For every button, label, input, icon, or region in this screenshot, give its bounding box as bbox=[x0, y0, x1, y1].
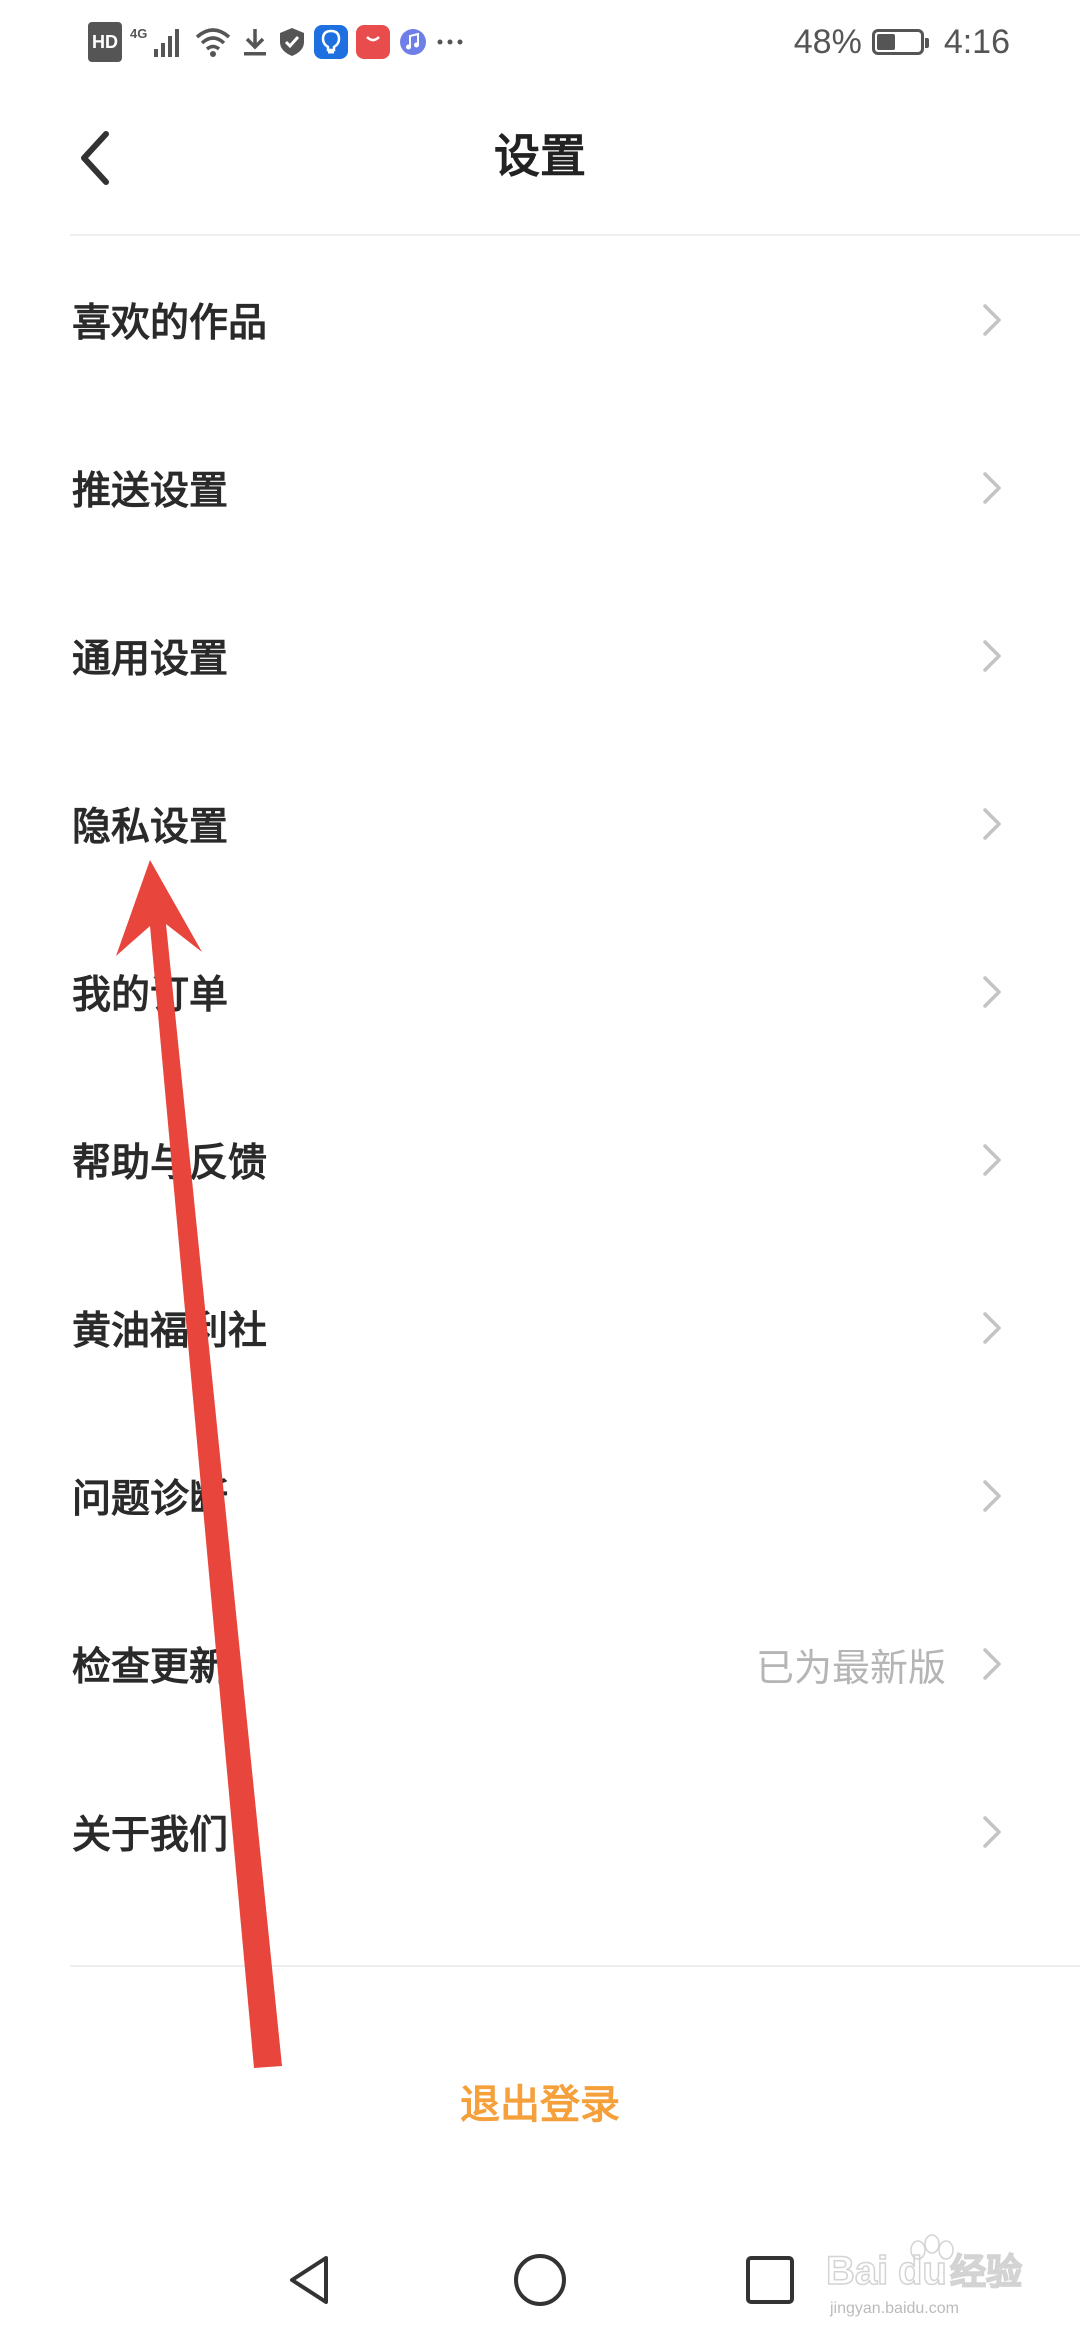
status-icons-right: 48% 4:16 bbox=[794, 18, 1010, 66]
menu-item-label: 关于我们 bbox=[72, 1813, 229, 1858]
chevron-right-icon bbox=[983, 304, 1001, 336]
svg-text:Bai: Bai bbox=[826, 2249, 888, 2293]
settings-screen: HD 4G 48% 4:16 设置 喜欢的作品 推送设置 通用设置 隐私设置 我… bbox=[0, 0, 1080, 2340]
menu-item-label: 问题诊断 bbox=[72, 1477, 229, 1522]
status-icons-left: HD 4G bbox=[88, 18, 464, 66]
menu-item-about-us[interactable]: 关于我们 bbox=[0, 1748, 1080, 1916]
network-type: 4G bbox=[130, 26, 147, 41]
download-icon bbox=[240, 24, 270, 60]
chevron-right-icon bbox=[983, 1144, 1001, 1176]
menu-item-my-orders[interactable]: 我的订单 bbox=[0, 908, 1080, 1076]
menu-item-label: 黄油福利社 bbox=[72, 1309, 268, 1354]
menu-item-label: 推送设置 bbox=[72, 469, 229, 514]
nav-home-button[interactable] bbox=[510, 2250, 570, 2310]
menu-item-label: 通用设置 bbox=[72, 637, 229, 682]
wifi-icon bbox=[194, 24, 232, 60]
status-bar: HD 4G 48% 4:16 bbox=[0, 0, 1080, 80]
menu-item-general-settings[interactable]: 通用设置 bbox=[0, 572, 1080, 740]
battery-icon bbox=[871, 29, 929, 55]
nav-recents-button[interactable] bbox=[740, 2250, 800, 2310]
chevron-right-icon bbox=[983, 1648, 1001, 1680]
menu-item-label: 检查更新 bbox=[72, 1645, 229, 1690]
shield-icon bbox=[278, 24, 306, 60]
menu-item-label: 隐私设置 bbox=[72, 805, 229, 850]
bottom-divider bbox=[70, 1965, 1080, 1967]
settings-menu: 喜欢的作品 推送设置 通用设置 隐私设置 我的订单 帮助与反馈 黄油福利社 问题… bbox=[0, 236, 1080, 1916]
header: 设置 bbox=[0, 80, 1080, 235]
menu-item-welfare-club[interactable]: 黄油福利社 bbox=[0, 1244, 1080, 1412]
lightbulb-app-icon bbox=[314, 25, 348, 59]
menu-item-push-settings[interactable]: 推送设置 bbox=[0, 404, 1080, 572]
chevron-right-icon bbox=[983, 1480, 1001, 1512]
battery-percent: 48% bbox=[793, 22, 862, 61]
square-recents-icon bbox=[746, 2256, 794, 2304]
circle-home-icon bbox=[514, 2254, 566, 2306]
menu-item-diagnostics[interactable]: 问题诊断 bbox=[0, 1412, 1080, 1580]
chevron-right-icon bbox=[983, 472, 1001, 504]
nav-back-button[interactable] bbox=[280, 2250, 340, 2310]
watermark-url: jingyan.baidu.com bbox=[830, 2300, 959, 2317]
logout-button[interactable]: 退出登录 bbox=[0, 2072, 1080, 2130]
menu-item-label: 喜欢的作品 bbox=[72, 301, 268, 346]
svg-text:du: du bbox=[898, 2249, 947, 2293]
menu-item-check-updates[interactable]: 检查更新 已为最新版 bbox=[0, 1580, 1080, 1748]
huawei-store-icon bbox=[356, 25, 390, 59]
menu-item-favorites[interactable]: 喜欢的作品 bbox=[0, 236, 1080, 404]
signal-icon: 4G bbox=[130, 24, 186, 60]
menu-item-help-feedback[interactable]: 帮助与反馈 bbox=[0, 1076, 1080, 1244]
chevron-right-icon bbox=[983, 976, 1001, 1008]
triangle-back-icon bbox=[290, 2256, 328, 2304]
more-notifications-icon bbox=[436, 24, 464, 60]
menu-item-privacy-settings[interactable]: 隐私设置 bbox=[0, 740, 1080, 908]
menu-item-label: 我的订单 bbox=[72, 973, 229, 1018]
chevron-right-icon bbox=[983, 808, 1001, 840]
chevron-right-icon bbox=[983, 1312, 1001, 1344]
clock: 4:16 bbox=[943, 22, 1010, 61]
chevron-right-icon bbox=[983, 1816, 1001, 1848]
music-app-icon bbox=[398, 24, 428, 60]
menu-item-value: 已为最新版 bbox=[755, 1645, 946, 1690]
menu-item-label: 帮助与反馈 bbox=[72, 1141, 268, 1186]
svg-text:经验: 经验 bbox=[950, 2252, 1022, 2293]
hd-icon: HD bbox=[88, 22, 122, 62]
battery-fill bbox=[876, 34, 895, 50]
page-title: 设置 bbox=[494, 129, 586, 183]
chevron-right-icon bbox=[983, 640, 1001, 672]
